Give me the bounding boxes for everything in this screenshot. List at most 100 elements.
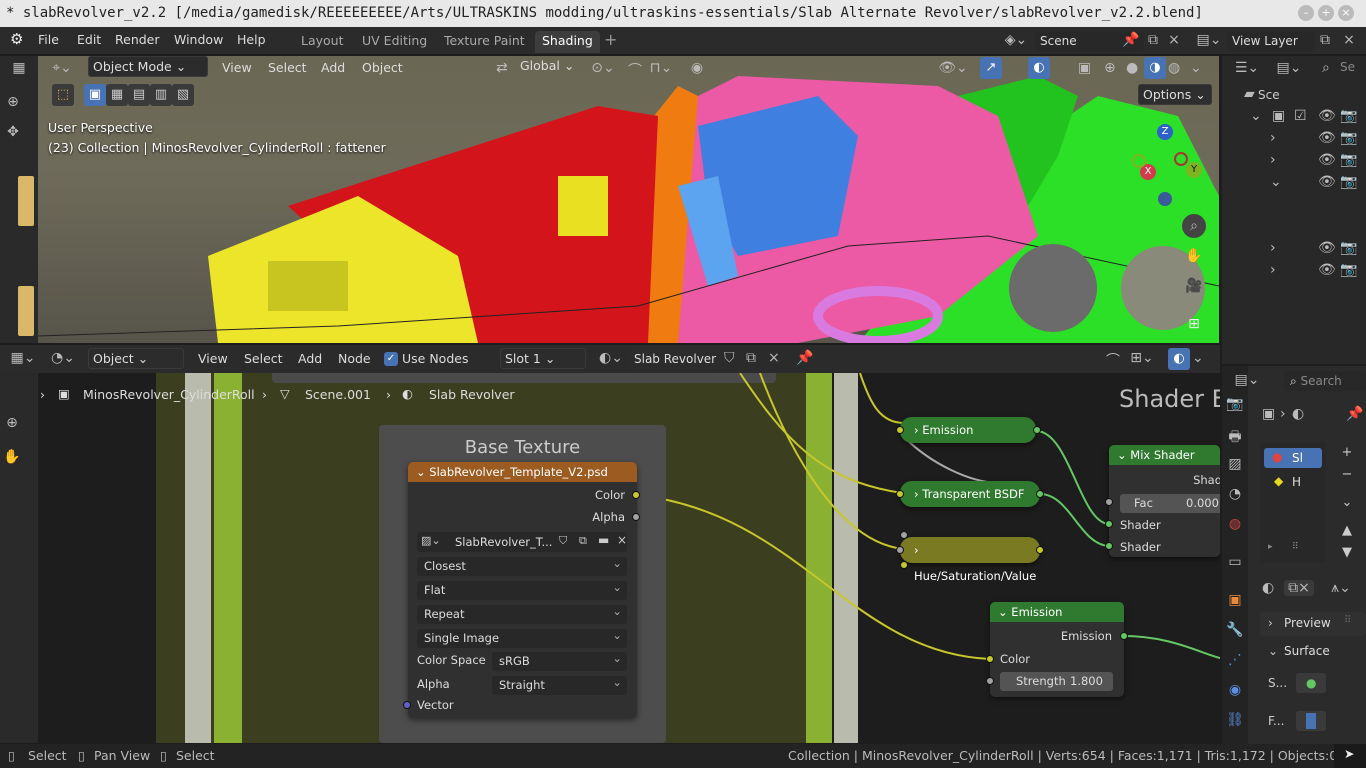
scene-icon[interactable]: ◈⌄ <box>1002 32 1030 48</box>
hue-sat-out-socket[interactable] <box>1036 546 1044 554</box>
pivot-icon[interactable]: ⊙⌄ <box>588 60 618 76</box>
render-camera-icon-1[interactable]: 📷 <box>1340 130 1357 146</box>
emission-strength-socket[interactable] <box>986 677 994 685</box>
tab-layout[interactable]: Layout <box>294 31 351 53</box>
viewport-menu-object[interactable]: Object <box>362 56 403 80</box>
expand-icon-4[interactable]: › <box>1270 240 1276 256</box>
move-slot-down-icon[interactable]: ▼ <box>1336 542 1358 564</box>
select-mode-intersect-icon[interactable]: ▧ <box>172 84 194 106</box>
mix-shader-header[interactable]: ⌄ Mix Shader <box>1109 445 1220 465</box>
menu-window[interactable]: Window <box>174 27 223 54</box>
new-view-layer-icon[interactable]: ⧉ <box>1318 32 1332 48</box>
emission-node-header[interactable]: ⌄ Emission <box>990 602 1124 622</box>
image-browse-icon[interactable]: ▨⌄ <box>421 534 441 547</box>
interpolation-dropdown[interactable]: Closest <box>417 554 627 576</box>
collapse-icon[interactable]: ⌄ <box>416 465 429 479</box>
node-editor-canvas[interactable]: ⊕ ✋ › ▣ MinosRevolver_CylinderRoll › ▽ S… <box>0 373 1220 743</box>
hue-sat-in-socket-3[interactable] <box>900 561 908 569</box>
node-menu-add[interactable]: Add <box>298 347 322 371</box>
camera-view-icon[interactable]: 🎥 <box>1182 274 1206 298</box>
image-duplicate-icon[interactable]: ⧉ <box>579 534 587 548</box>
menu-help[interactable]: Help <box>237 27 266 54</box>
select-box-tool-icon[interactable]: ⬚ <box>52 84 74 106</box>
render-camera-icon-3[interactable]: 📷 <box>1340 174 1357 190</box>
world-tab-icon[interactable]: ◍ <box>1226 516 1244 532</box>
emission-node[interactable]: ⌄ Emission Emission Color Strength 1.800 <box>990 602 1124 697</box>
properties-search-input[interactable]: ⌕ Search <box>1284 371 1366 391</box>
image-unlink-icon[interactable]: × <box>617 533 627 547</box>
render-camera-icon-4[interactable]: 📷 <box>1340 240 1357 256</box>
expand-icon-2[interactable]: › <box>1270 152 1276 168</box>
image-node-header[interactable]: ⌄ SlabRevolver_Template_V2.psd <box>408 462 637 482</box>
view-layer-tab-icon[interactable]: ▨ <box>1226 456 1244 472</box>
vector-input-socket[interactable] <box>403 701 411 709</box>
tab-texture-paint[interactable]: Texture Paint <box>437 31 532 53</box>
transparent-bsdf-node[interactable]: › Transparent BSDF <box>900 481 1040 507</box>
perspective-toggle-icon[interactable]: ⊞ <box>1182 312 1206 336</box>
strength-field[interactable]: Strength 1.800 <box>1000 672 1113 691</box>
expand-icon-5[interactable]: › <box>1270 262 1276 278</box>
physics-tab-icon[interactable]: ◉ <box>1226 682 1244 698</box>
output-tab-icon[interactable]: 🖶 <box>1226 426 1244 450</box>
material-slot-1[interactable]: ● Sl <box>1264 448 1322 468</box>
orientation-dropdown[interactable]: Global ⌄ <box>516 56 578 77</box>
scene-tab-icon[interactable]: ◔ <box>1226 486 1244 502</box>
expand-icon-1[interactable]: › <box>1270 130 1276 146</box>
emission-collapsed-in-socket[interactable] <box>896 426 904 434</box>
preview-panel-header[interactable]: › Preview ⠿ <box>1260 612 1366 636</box>
object-mode-dropdown[interactable]: Object Mode ⌄ <box>88 56 208 77</box>
visibility-eye-icon-1[interactable]: 👁 <box>1318 130 1336 146</box>
visibility-icon[interactable]: 👁⌄ <box>938 60 968 76</box>
options-dropdown[interactable]: Options ⌄ <box>1138 84 1212 105</box>
slot-menu-icon[interactable]: ⌄ <box>1336 492 1358 514</box>
zoom-icon[interactable]: ⌕ <box>1182 214 1206 238</box>
delete-view-layer-icon[interactable]: × <box>1342 32 1356 48</box>
maximize-icon[interactable]: + <box>1318 5 1334 21</box>
transparent-in-socket[interactable] <box>896 490 904 498</box>
viewport-menu-select[interactable]: Select <box>268 56 307 80</box>
menu-file[interactable]: File <box>38 27 59 54</box>
node-menu-select[interactable]: Select <box>244 347 283 371</box>
axis-neg-z[interactable] <box>1158 192 1172 206</box>
solid-shading-icon[interactable]: ● <box>1126 60 1138 76</box>
axis-neg-x[interactable] <box>1174 152 1188 166</box>
tab-shading[interactable]: Shading <box>535 31 600 53</box>
visibility-eye-icon[interactable]: 👁 <box>1318 108 1336 124</box>
material-duplicate-icon[interactable]: ⧉× <box>1284 580 1314 596</box>
fac-input-socket[interactable] <box>1105 498 1113 506</box>
render-camera-icon-5[interactable]: 📷 <box>1340 262 1357 278</box>
pin-node-tree-icon[interactable]: 📌 <box>796 350 813 366</box>
image-texture-node[interactable]: ⌄ SlabRevolver_Template_V2.psd Color Alp… <box>408 462 637 718</box>
mix-collapse-icon[interactable]: ⌄ <box>1117 448 1130 462</box>
hue-sat-in-socket-2[interactable] <box>896 546 904 554</box>
emission-collapse-icon[interactable]: ⌄ <box>998 605 1011 619</box>
mix-shader-in-socket-2[interactable] <box>1105 542 1113 550</box>
node-overlay-options-icon[interactable]: ⌄ <box>1192 350 1204 366</box>
viewport-menu-view[interactable]: View <box>222 56 252 80</box>
outliner-search-input[interactable]: Se <box>1340 60 1355 74</box>
node-snap-icon[interactable]: ⌒ <box>1106 350 1120 370</box>
snap-target-icon[interactable]: ⊓⌄ <box>646 60 676 76</box>
list-resize-grip[interactable]: ⠿ <box>1292 542 1299 552</box>
rendered-shading-icon[interactable]: ◍ <box>1168 60 1180 76</box>
emission-node-collapsed[interactable]: › Emission <box>900 417 1036 443</box>
preview-expand-icon[interactable]: › <box>1268 616 1273 630</box>
node-menu-view[interactable]: View <box>198 347 228 371</box>
blender-logo-icon[interactable]: ⚙ <box>10 27 23 54</box>
mix-shader-node[interactable]: ⌄ Mix Shader Shad Fac 0.000 Shader Shade… <box>1109 445 1220 557</box>
collection-tab-icon[interactable]: ▭ <box>1226 554 1244 570</box>
minimize-icon[interactable]: – <box>1298 5 1314 21</box>
select-mode-invert-icon[interactable]: ▥ <box>150 84 172 106</box>
projection-dropdown[interactable]: Flat <box>417 578 627 600</box>
overlay-toggle-icon[interactable]: ◐ <box>1028 57 1050 79</box>
surface-panel-header[interactable]: ⌄ Surface <box>1260 640 1366 664</box>
use-nodes-checkbox[interactable]: ✓ <box>384 352 398 366</box>
colorspace-dropdown[interactable]: sRGB <box>492 649 627 671</box>
collapsed-arrow-icon-3[interactable]: › <box>914 543 919 557</box>
menu-render[interactable]: Render <box>115 27 160 54</box>
gizmo-toggle-icon[interactable]: ↗ <box>980 57 1002 79</box>
fake-user-shield-icon[interactable]: ⛉ <box>724 350 735 366</box>
node-editor-type-icon[interactable]: ▦⌄ <box>10 350 36 366</box>
view-layer-icon[interactable]: ▤⌄ <box>1196 32 1222 48</box>
collection-checkbox-icon[interactable]: ☑ <box>1294 108 1307 124</box>
